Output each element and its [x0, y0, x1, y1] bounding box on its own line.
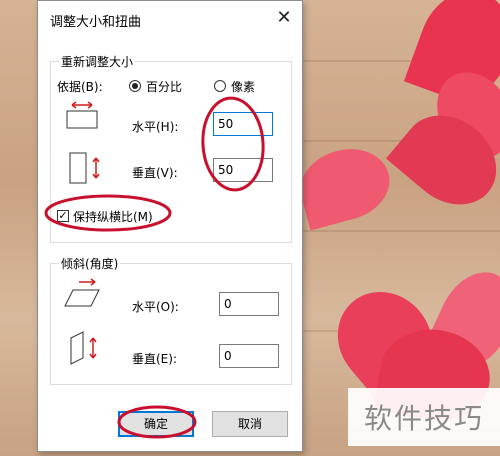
- vertical-skew-icon: [70, 331, 97, 365]
- resize-horizontal-label: 水平(H):: [132, 120, 179, 134]
- resize-horizontal-input[interactable]: 50: [213, 112, 273, 136]
- skew-group-title: 倾斜(角度): [59, 255, 121, 272]
- dialog-title: 调整大小和扭曲: [50, 15, 142, 30]
- keep-ratio-label[interactable]: 保持纵横比(M): [73, 208, 153, 225]
- resize-vertical-input[interactable]: 50: [213, 158, 273, 182]
- skew-group: 倾斜(角度) 水平(O): 0 垂直(E): 0: [50, 255, 292, 385]
- skew-vertical-input[interactable]: 0: [219, 344, 279, 368]
- close-button[interactable]: ✕: [270, 5, 298, 31]
- skew-vertical-label: 垂直(E):: [132, 352, 177, 366]
- resize-group-title: 重新调整大小: [59, 53, 136, 70]
- keep-ratio-checkbox[interactable]: ✓: [57, 210, 69, 222]
- cancel-button[interactable]: 取消: [212, 411, 288, 437]
- resize-group: 重新调整大小 依据(B): 百分比 像素 水平(H): 50 垂直(V): 50…: [50, 53, 292, 243]
- horizontal-resize-icon: [66, 101, 98, 129]
- percent-radio[interactable]: [129, 80, 141, 92]
- title-bar: 调整大小和扭曲 ✕: [38, 1, 302, 37]
- resize-vertical-label: 垂直(V):: [132, 166, 178, 180]
- watermark: 软件技巧: [348, 388, 500, 446]
- paper-heart: [292, 139, 398, 231]
- resize-skew-dialog: 调整大小和扭曲 ✕ 重新调整大小 依据(B): 百分比 像素 水平(H): 50…: [37, 0, 303, 452]
- percent-label[interactable]: 百分比: [146, 78, 182, 95]
- pixels-label[interactable]: 像素: [231, 78, 255, 95]
- pixels-radio[interactable]: [214, 80, 226, 92]
- horizontal-skew-icon: [64, 278, 100, 307]
- ok-button[interactable]: 确定: [118, 411, 194, 437]
- skew-horizontal-label: 水平(O):: [132, 300, 179, 314]
- skew-horizontal-input[interactable]: 0: [219, 292, 279, 316]
- by-label: 依据(B):: [57, 80, 103, 94]
- vertical-resize-icon: [69, 152, 100, 184]
